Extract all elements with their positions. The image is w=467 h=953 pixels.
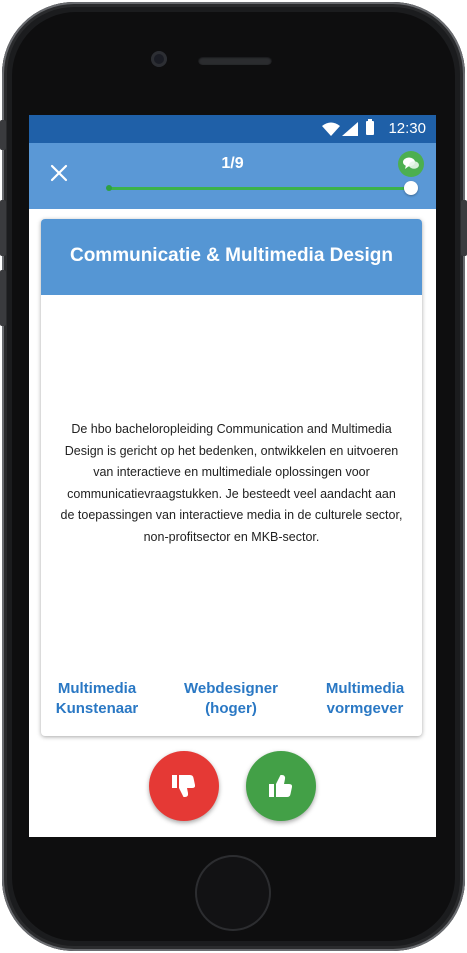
power-button xyxy=(461,200,467,256)
like-button[interactable] xyxy=(246,751,316,821)
signal-icon xyxy=(342,122,358,136)
career-link-multimedia-kunstenaar[interactable]: Multimedia Kunstenaar xyxy=(47,679,147,719)
progress-knob[interactable] xyxy=(404,181,418,195)
career-link-line: (hoger) xyxy=(205,700,257,717)
status-bar: 12:30 xyxy=(29,115,436,143)
card-description: De hbo bacheloropleiding Communication a… xyxy=(60,422,403,544)
earpiece-speaker xyxy=(198,56,272,65)
thumbs-down-icon xyxy=(172,775,196,797)
volume-down-button xyxy=(0,270,6,326)
card-header: Communicatie & Multimedia Design xyxy=(41,219,422,295)
chat-bubbles-icon xyxy=(403,157,419,169)
progress-fill xyxy=(108,187,412,190)
career-link-line: Webdesigner xyxy=(184,680,278,697)
battery-icon xyxy=(366,119,374,135)
progress-bar xyxy=(106,181,418,195)
app-screen: 12:30 1/9 Communicatie & Multimedia Desi… xyxy=(29,115,436,837)
career-link-webdesigner[interactable]: Webdesigner (hoger) xyxy=(181,679,281,719)
career-links: Multimedia Kunstenaar Webdesigner (hoger… xyxy=(41,679,422,723)
progress-start-dot xyxy=(106,185,112,191)
status-time: 12:30 xyxy=(388,120,426,137)
career-link-multimedia-vormgever[interactable]: Multimedia vormgever xyxy=(315,679,415,719)
app-bar: 1/9 xyxy=(29,143,436,209)
progress-counter: 1/9 xyxy=(221,155,244,172)
thumbs-up-icon xyxy=(269,775,293,797)
career-link-line: vormgever xyxy=(326,700,404,717)
front-camera xyxy=(151,51,167,67)
card-title: Communicatie & Multimedia Design xyxy=(69,245,394,266)
home-button xyxy=(195,855,271,931)
career-link-line: Multimedia xyxy=(57,680,137,697)
career-link-line: Multimedia xyxy=(325,680,405,697)
dislike-button[interactable] xyxy=(149,751,219,821)
chat-button[interactable] xyxy=(398,151,424,177)
mute-switch xyxy=(0,120,6,150)
wifi-icon xyxy=(322,122,340,136)
volume-up-button xyxy=(0,200,6,256)
career-link-line: Kunstenaar xyxy=(55,700,139,717)
study-card: Communicatie & Multimedia Design De hbo … xyxy=(41,219,422,736)
